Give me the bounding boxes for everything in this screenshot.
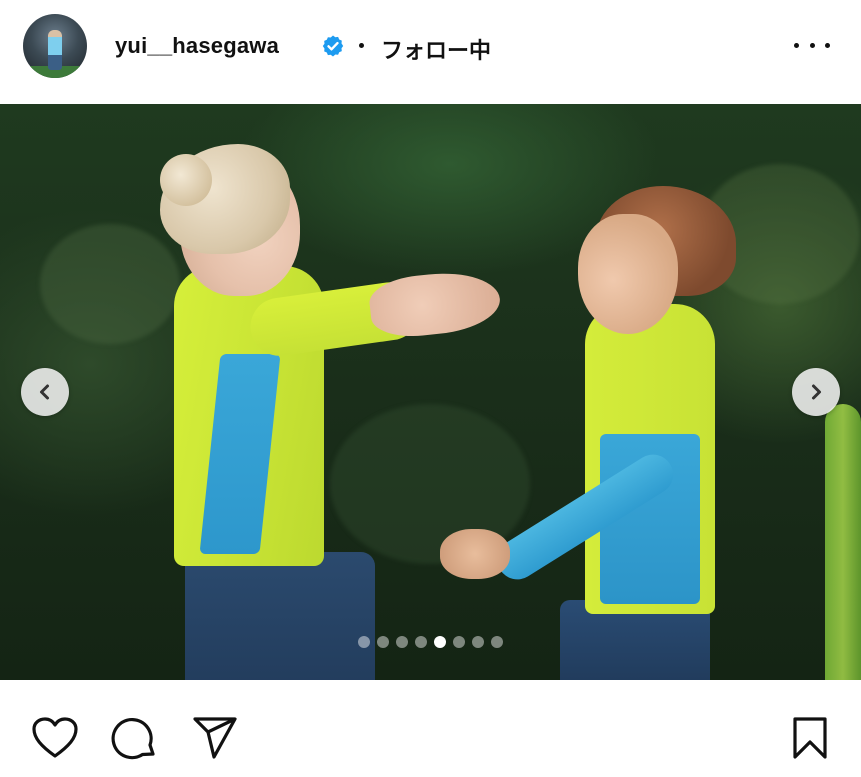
avatar-figure xyxy=(48,30,62,70)
bokeh xyxy=(40,224,180,344)
player-left-hand xyxy=(367,267,503,341)
following-button[interactable]: フォロー中 xyxy=(381,33,491,65)
avatar[interactable] xyxy=(23,14,87,78)
carousel-prev-button[interactable] xyxy=(21,368,69,416)
comment-button[interactable] xyxy=(111,714,159,762)
save-button[interactable] xyxy=(786,714,834,762)
carousel-dot xyxy=(415,636,427,648)
carousel-dot xyxy=(453,636,465,648)
share-button[interactable] xyxy=(191,714,239,762)
send-icon xyxy=(193,717,237,759)
heart-icon xyxy=(32,717,78,758)
player-right-hand xyxy=(440,529,510,579)
more-options-icon[interactable] xyxy=(794,33,830,57)
comment-icon xyxy=(111,718,155,760)
player-left-hair-bun xyxy=(160,154,212,206)
post-header: yui__hasegawa フォロー中 xyxy=(0,0,861,104)
carousel-indicator xyxy=(0,636,861,650)
more-dot xyxy=(794,42,799,48)
carousel-dot xyxy=(377,636,389,648)
carousel-dot xyxy=(396,636,408,648)
like-button[interactable] xyxy=(31,714,79,762)
more-dot xyxy=(825,42,830,48)
verified-badge-icon xyxy=(322,35,344,57)
chevron-right-icon xyxy=(812,384,821,400)
carousel-dot-active xyxy=(434,636,446,648)
player-left-shorts xyxy=(185,552,375,680)
post-actions xyxy=(0,680,861,777)
more-dot xyxy=(809,42,815,48)
player-right-face xyxy=(578,214,678,334)
username-link[interactable]: yui__hasegawa xyxy=(115,33,279,59)
post-photo[interactable] xyxy=(0,104,861,680)
carousel-dot xyxy=(358,636,370,648)
chevron-left-icon xyxy=(40,384,49,400)
carousel-dot xyxy=(472,636,484,648)
carousel-dot xyxy=(491,636,503,648)
bookmark-icon xyxy=(793,717,827,759)
separator-dot xyxy=(359,43,364,48)
carousel-next-button[interactable] xyxy=(792,368,840,416)
